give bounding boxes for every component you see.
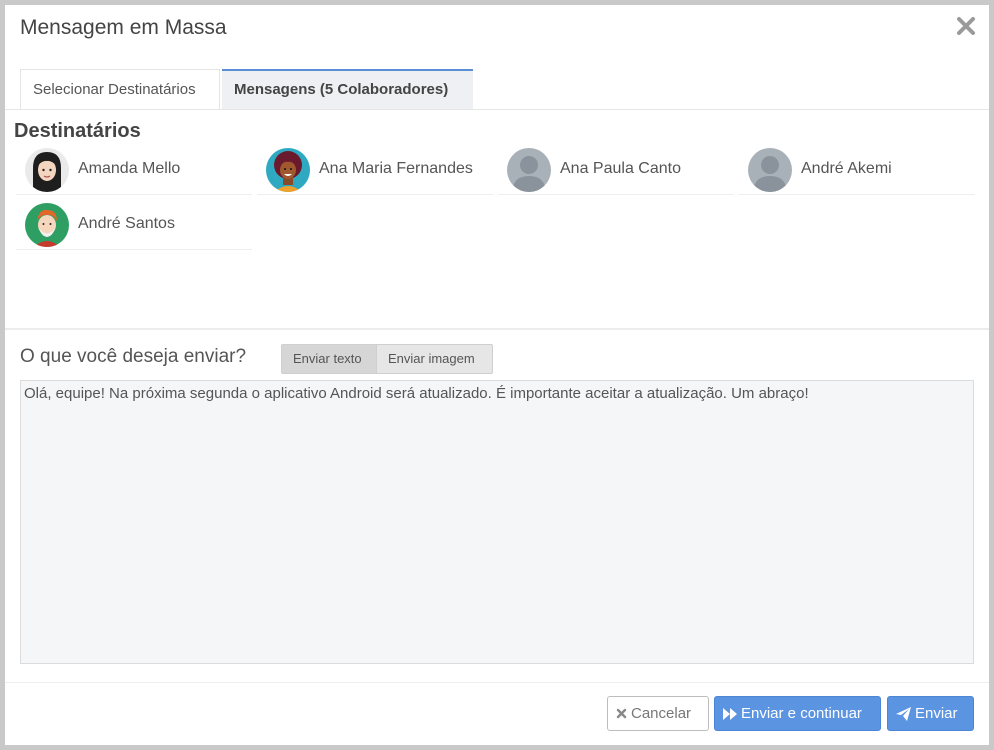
recipient-item: André Akemi	[739, 145, 975, 195]
modal-title: Mensagem em Massa	[20, 16, 227, 39]
recipient-name: Ana Paula Canto	[560, 160, 681, 177]
compose-question: O que você deseja enviar?	[20, 346, 247, 367]
send-label: Enviar	[915, 705, 958, 722]
footer-divider	[5, 682, 989, 683]
paper-plane-icon	[896, 706, 911, 721]
send-image-button[interactable]: Enviar imagem	[377, 344, 493, 374]
cancel-button[interactable]: Cancelar	[607, 696, 709, 731]
fast-forward-icon	[723, 707, 737, 720]
cancel-label: Cancelar	[631, 705, 692, 722]
recipient-item: Amanda Mello	[16, 145, 252, 195]
tab-messages[interactable]: Mensagens (5 Colaboradores)	[222, 69, 473, 109]
avatar-man-red-hair-icon	[25, 203, 69, 247]
recipient-name: André Santos	[78, 215, 175, 232]
recipient-name: Amanda Mello	[78, 160, 181, 177]
avatar-woman-dark-hair-icon	[25, 148, 69, 192]
mass-message-modal: Mensagem em Massa Selecionar Destinatári…	[5, 5, 989, 745]
recipient-item: Ana Maria Fernandes	[257, 145, 493, 195]
message-type-toggle: Enviar texto Enviar imagem	[281, 344, 493, 374]
recipient-item: Ana Paula Canto	[498, 145, 734, 195]
close-icon[interactable]	[955, 15, 977, 37]
avatar-placeholder-icon	[507, 148, 551, 192]
avatar-placeholder-icon	[748, 148, 792, 192]
tab-select-recipients[interactable]: Selecionar Destinatários	[20, 69, 220, 109]
send-text-button[interactable]: Enviar texto	[281, 344, 377, 374]
section-divider	[5, 328, 989, 330]
send-and-continue-button[interactable]: Enviar e continuar	[714, 696, 881, 731]
recipient-name: Ana Maria Fernandes	[319, 160, 473, 177]
send-and-continue-label: Enviar e continuar	[741, 705, 862, 722]
tab-bar: Selecionar Destinatários Mensagens (5 Co…	[20, 69, 989, 109]
close-small-icon	[616, 708, 627, 719]
send-button[interactable]: Enviar	[887, 696, 974, 731]
recipient-item: André Santos	[16, 200, 252, 250]
message-textarea[interactable]: Olá, equipe! Na próxima segunda o aplica…	[20, 380, 974, 664]
recipients-title: Destinatários	[14, 120, 141, 142]
recipient-name: André Akemi	[801, 160, 892, 177]
avatar-woman-curly-hair-icon	[266, 148, 310, 192]
